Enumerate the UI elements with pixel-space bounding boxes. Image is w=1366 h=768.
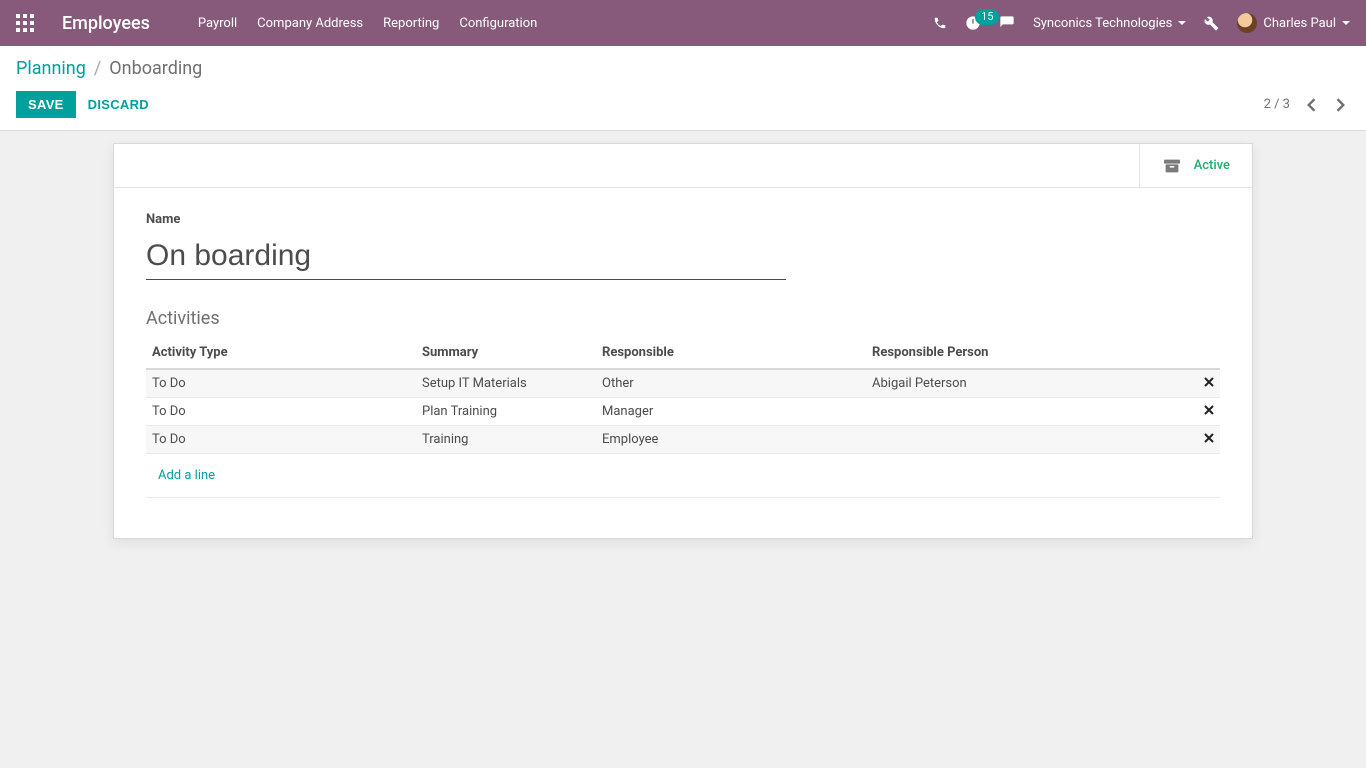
cell-activity-type[interactable]: To Do (146, 426, 416, 454)
cell-activity-type[interactable]: To Do (146, 398, 416, 426)
cell-responsible[interactable]: Employee (596, 426, 866, 454)
col-responsible[interactable]: Responsible (596, 337, 866, 369)
delete-row-button[interactable] (1190, 426, 1220, 454)
activity-count-badge: 15 (975, 9, 999, 25)
chevron-down-icon (1178, 21, 1186, 25)
close-icon (1204, 405, 1214, 415)
cell-person[interactable]: Abigail Peterson (866, 369, 1190, 398)
delete-row-button[interactable] (1190, 369, 1220, 398)
avatar (1237, 13, 1257, 33)
top-navbar: Employees Payroll Company Address Report… (0, 0, 1366, 46)
chat-icon[interactable] (999, 15, 1015, 31)
user-menu[interactable]: Charles Paul (1237, 13, 1350, 33)
col-responsible-person[interactable]: Responsible Person (866, 337, 1190, 369)
cell-person[interactable] (866, 426, 1190, 454)
table-row[interactable]: To Do Training Employee (146, 426, 1220, 454)
cell-summary[interactable]: Setup IT Materials (416, 369, 596, 398)
activity-icon[interactable]: 15 (965, 15, 981, 31)
name-label: Name (146, 212, 1220, 227)
cell-responsible[interactable]: Other (596, 369, 866, 398)
cell-responsible[interactable]: Manager (596, 398, 866, 426)
cell-summary[interactable]: Training (416, 426, 596, 454)
breadcrumb-parent[interactable]: Planning (16, 58, 86, 79)
menu-payroll[interactable]: Payroll (198, 16, 237, 31)
activities-table: Activity Type Summary Responsible Respon… (146, 337, 1220, 498)
col-activity-type[interactable]: Activity Type (146, 337, 416, 369)
navbar-right: 15 Synconics Technologies Charles Paul (933, 13, 1350, 33)
cell-person[interactable] (866, 398, 1190, 426)
company-name: Synconics Technologies (1033, 16, 1172, 31)
activities-title: Activities (146, 308, 1220, 329)
breadcrumb: Planning / Onboarding (16, 58, 1350, 79)
pager-prev[interactable] (1302, 94, 1320, 116)
close-icon (1204, 433, 1214, 443)
button-box: Active (114, 144, 1252, 188)
active-toggle-button[interactable]: Active (1139, 144, 1252, 187)
add-line-button[interactable]: Add a line (152, 460, 221, 491)
discard-button[interactable]: DISCARD (88, 97, 149, 112)
cell-summary[interactable]: Plan Training (416, 398, 596, 426)
save-button[interactable]: SAVE (16, 91, 76, 118)
app-title[interactable]: Employees (62, 13, 150, 34)
name-input[interactable] (146, 233, 786, 280)
control-panel: Planning / Onboarding SAVE DISCARD 2 / 3 (0, 46, 1366, 131)
pager-text[interactable]: 2 / 3 (1264, 97, 1290, 112)
pager: 2 / 3 (1264, 94, 1350, 116)
menu-company-address[interactable]: Company Address (257, 16, 363, 31)
menu-configuration[interactable]: Configuration (459, 16, 537, 31)
menu-reporting[interactable]: Reporting (383, 16, 439, 31)
col-summary[interactable]: Summary (416, 337, 596, 369)
phone-icon[interactable] (933, 16, 947, 30)
form-sheet: Active Name Activities Activity Type Sum… (113, 143, 1253, 539)
breadcrumb-separator: / (94, 58, 101, 79)
delete-row-button[interactable] (1190, 398, 1220, 426)
debug-icon[interactable] (1204, 16, 1219, 31)
apps-icon[interactable] (16, 14, 34, 32)
archive-icon (1162, 158, 1182, 174)
active-label: Active (1194, 158, 1230, 173)
table-row[interactable]: To Do Setup IT Materials Other Abigail P… (146, 369, 1220, 398)
main-menu: Payroll Company Address Reporting Config… (198, 16, 933, 31)
company-switcher[interactable]: Synconics Technologies (1033, 16, 1186, 31)
breadcrumb-current: Onboarding (109, 58, 202, 79)
cell-activity-type[interactable]: To Do (146, 369, 416, 398)
close-icon (1204, 377, 1214, 387)
pager-next[interactable] (1332, 94, 1350, 116)
add-line-row: Add a line (146, 454, 1220, 498)
table-row[interactable]: To Do Plan Training Manager (146, 398, 1220, 426)
user-name: Charles Paul (1263, 16, 1336, 31)
chevron-down-icon (1342, 21, 1350, 25)
